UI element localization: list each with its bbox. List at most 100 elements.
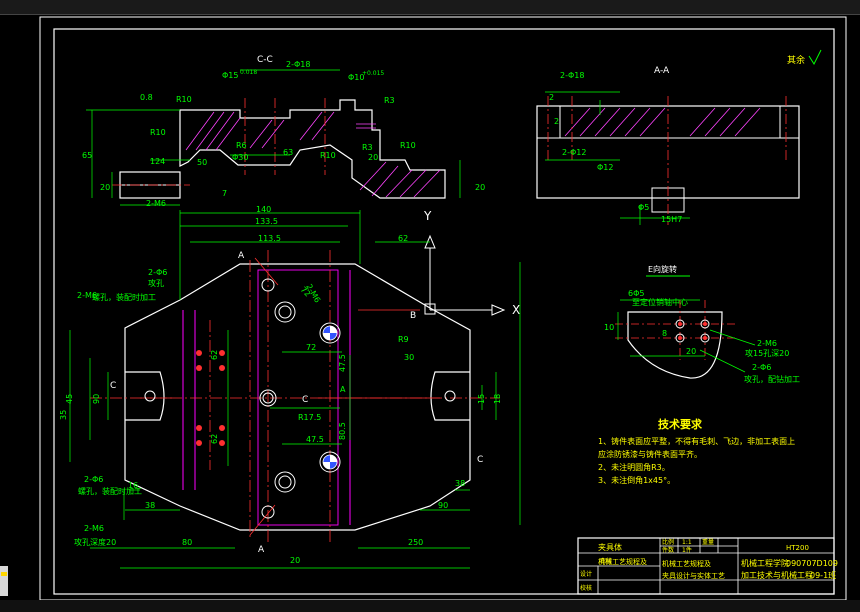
status-bar [0,600,860,612]
svg-text:至定位销轴中心: 至定位销轴中心 [632,297,688,307]
part-name: 夹具体 [598,542,622,552]
technical-requirements: 技术要求 1、铸件表面应平整，不得有毛刺、飞边，非加工表面上 应涂防锈漆与铸件表… [598,417,795,485]
svg-text:80: 80 [182,538,192,547]
svg-text:设计: 设计 [580,570,592,578]
svg-text:140: 140 [256,205,271,214]
svg-text:90: 90 [438,501,448,510]
svg-text:15: 15 [477,394,486,404]
svg-text:2-Φ18: 2-Φ18 [560,71,584,80]
svg-text:20: 20 [686,347,696,356]
svg-text:38: 38 [455,479,465,488]
svg-text:2-Φ18: 2-Φ18 [286,60,310,69]
corner-note: 其余 [787,54,805,66]
svg-text:2-M6: 2-M6 [757,339,777,348]
svg-text:R3: R3 [362,143,373,152]
svg-text:+0.015: +0.015 [362,70,384,77]
svg-text:攻孔，配钻加工: 攻孔，配钻加工 [744,374,800,384]
svg-text:30: 30 [404,353,414,362]
svg-text:62: 62 [210,434,219,444]
svg-text:09-1班: 09-1班 [810,570,836,580]
title-block: 夹具体 设计 校核 审核 比例 1:1 件数 1件 重量 HT200 机械工艺规… [577,537,838,595]
svg-text:R10: R10 [400,141,416,150]
svg-text:R10: R10 [320,151,336,160]
svg-text:0.8: 0.8 [140,93,153,102]
svg-text:Φ12: Φ12 [597,163,613,172]
svg-text:3、未注倒角1x45°。: 3、未注倒角1x45°。 [598,475,675,485]
section-cc-view: C-C 2-Φ18 Φ15 0.018 Φ10 +0.015 R3 R10 R6… [82,55,485,208]
svg-text:A: A [258,545,265,555]
svg-text:R10: R10 [176,95,192,104]
sheet-outer-border [39,16,847,601]
svg-text:47.5: 47.5 [306,435,324,444]
svg-text:螺孔，装配时加工: 螺孔，装配时加工 [78,486,142,496]
tech-title: 技术要求 [658,417,703,431]
svg-text:件数: 件数 [662,546,674,554]
svg-text:A: A [340,385,346,394]
svg-text:2-M6: 2-M6 [146,199,166,208]
ucs-axes-icon [424,234,506,316]
svg-text:18: 18 [493,394,502,404]
svg-text:2: 2 [549,93,554,102]
svg-text:攻孔: 攻孔 [148,278,164,288]
toolbar-handle-icon[interactable] [0,566,8,596]
svg-text:R17.5: R17.5 [298,413,321,422]
svg-text:校核: 校核 [580,584,592,592]
svg-text:50: 50 [197,158,207,167]
svg-text:2、未注明圆角R3。: 2、未注明圆角R3。 [598,462,670,472]
svg-text:20: 20 [100,183,110,192]
svg-text:7: 7 [222,189,227,198]
svg-text:1、铸件表面应平整，不得有毛刺、飞边，非加工表面上: 1、铸件表面应平整，不得有毛刺、飞边，非加工表面上 [598,436,795,446]
svg-text:R6: R6 [236,141,247,150]
svg-text:X: X [512,303,520,317]
roughness-symbol-icon [808,49,822,66]
svg-text:夹具设计与实体工艺: 夹具设计与实体工艺 [662,571,725,580]
svg-text:攻孔深度20: 攻孔深度20 [74,537,116,547]
plan-view: Y X 140 133.5 113.5 62 62 62 72 72 47.5 … [59,205,521,569]
svg-text:2-M6: 2-M6 [84,524,104,533]
svg-text:15H7: 15H7 [661,215,682,224]
rotated-view-label: E向旋转 [648,264,677,274]
svg-text:45: 45 [65,394,74,404]
svg-text:6Φ5: 6Φ5 [628,289,644,298]
svg-text:2-Φ6: 2-Φ6 [752,363,771,372]
svg-text:35: 35 [59,410,68,420]
svg-text:133.5: 133.5 [255,217,278,226]
section-aa-view: A-A 2-Φ18 2 2-Φ12 Φ12 15H7 Φ5 2 [536,66,800,225]
svg-text:250: 250 [408,538,423,547]
svg-text:0.018: 0.018 [240,69,257,76]
svg-text:90: 90 [92,394,101,404]
svg-text:应涂防锈漆与铸件表面平齐。: 应涂防锈漆与铸件表面平齐。 [598,449,702,459]
svg-text:38: 38 [145,501,155,510]
svg-text:20: 20 [290,556,300,565]
cad-drawing-canvas[interactable]: 其余 C-C 2-Φ18 Φ15 0.018 Φ10 +0.015 R3 R10… [0,0,860,612]
svg-text:机械工程学院: 机械工程学院 [741,558,789,568]
svg-text:10: 10 [604,323,614,332]
svg-text:124: 124 [150,157,165,166]
rotated-e-view: E向旋转 6Φ5 至定位销轴中心 10 8 20 2-M6 攻15孔深20 2-… [604,264,800,384]
svg-text:Φ15: Φ15 [222,71,238,80]
svg-text:Y: Y [423,209,432,223]
svg-text:R9: R9 [398,335,409,344]
svg-text:80.5: 80.5 [338,422,347,440]
svg-text:113.5: 113.5 [258,234,281,243]
svg-text:Φ5: Φ5 [638,203,649,212]
svg-text:20: 20 [368,153,378,162]
svg-text:C: C [477,455,483,465]
svg-text:72: 72 [306,343,316,352]
svg-text:62: 62 [398,234,408,243]
svg-text:1:1: 1:1 [682,539,692,546]
svg-text:R3: R3 [384,96,395,105]
svg-text:加工技术与机械工程: 加工技术与机械工程 [741,570,813,580]
section-cc-label: C-C [257,55,273,65]
svg-text:攻15孔深20: 攻15孔深20 [745,348,789,358]
svg-text:2-Φ6: 2-Φ6 [148,268,167,277]
svg-text:47.5: 47.5 [338,354,347,372]
svg-text:1件: 1件 [682,546,692,554]
svg-text:8: 8 [662,329,667,338]
section-aa-label: A-A [654,66,670,76]
svg-text:A: A [238,251,245,261]
svg-text:重量: 重量 [702,538,714,546]
svg-text:比例: 比例 [662,538,674,546]
svg-text:机械工艺规程及: 机械工艺规程及 [598,557,647,566]
svg-text:R10: R10 [150,128,166,137]
